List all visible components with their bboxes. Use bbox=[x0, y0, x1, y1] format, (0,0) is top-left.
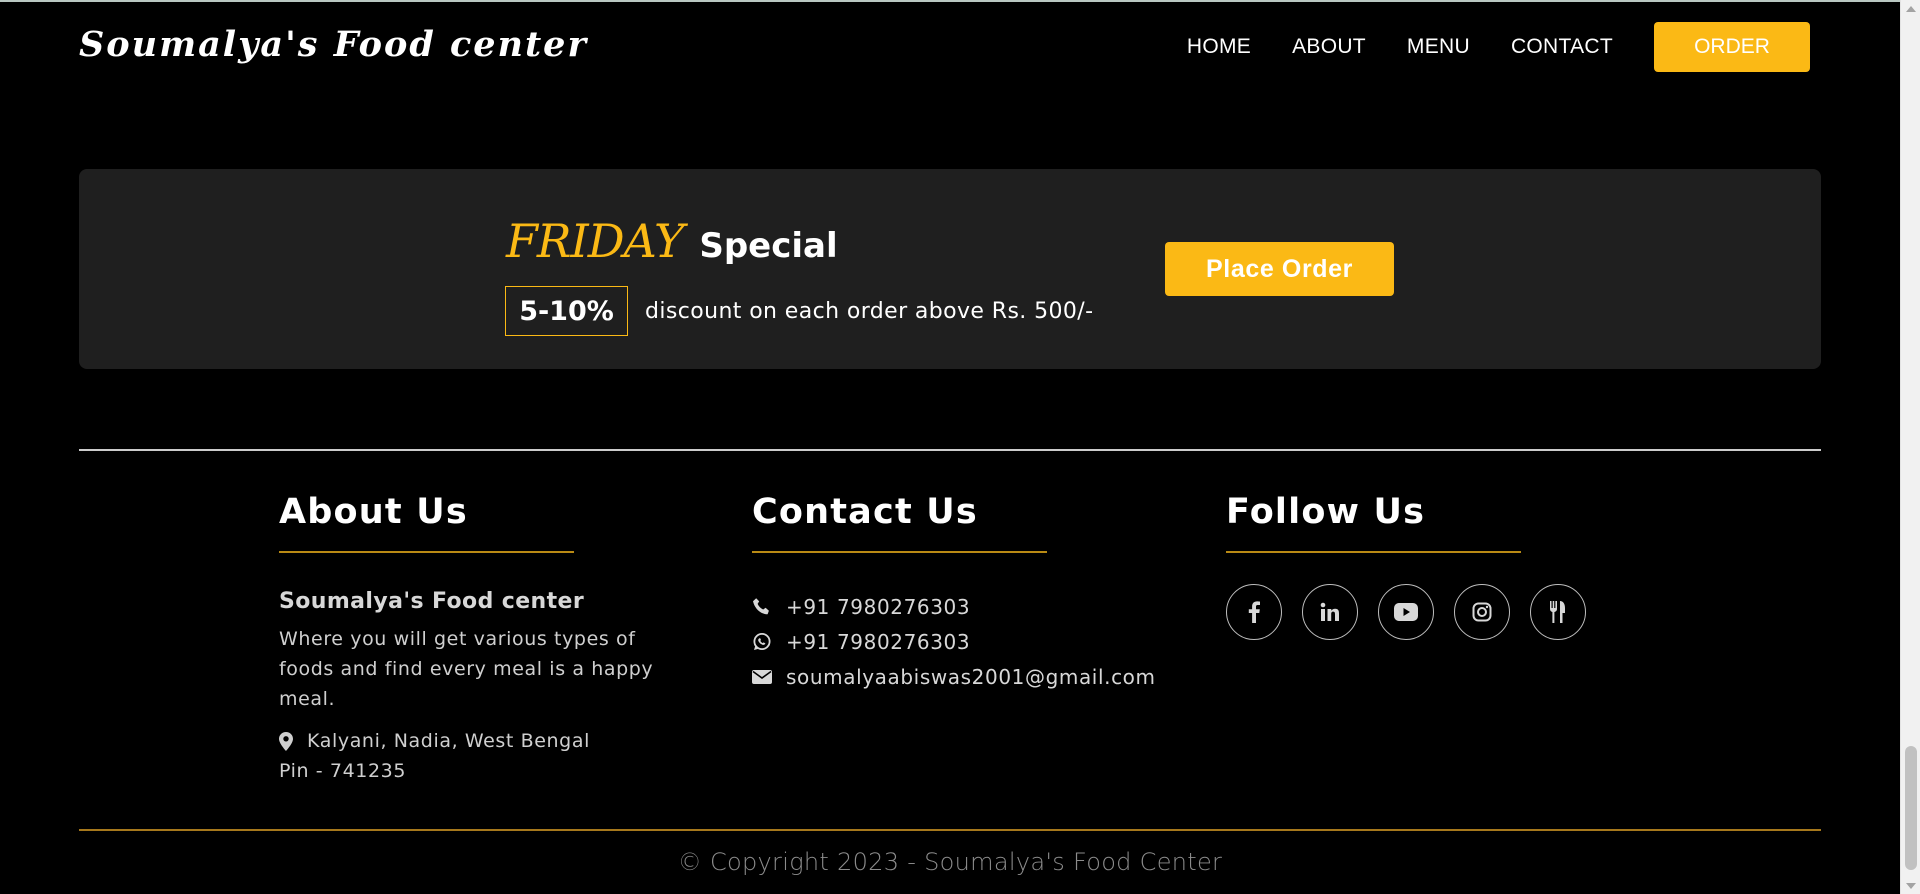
about-underline bbox=[279, 551, 574, 553]
footer-divider bbox=[79, 449, 1821, 451]
about-restaurant-name: Soumalya's Food center bbox=[279, 589, 585, 614]
special-title: FRIDAY Special bbox=[506, 214, 838, 268]
youtube-icon bbox=[1394, 603, 1418, 621]
discount-text: discount on each order above Rs. 500/- bbox=[645, 299, 1094, 324]
facebook-icon bbox=[1248, 601, 1260, 623]
page: Soumalya's Food center HOME ABOUT MENU C… bbox=[0, 0, 1920, 894]
contact-list: +91 7980276303 +91 7980276303 soumalyaab… bbox=[752, 589, 1192, 694]
nav-about[interactable]: ABOUT bbox=[1292, 35, 1366, 59]
copyright-text: © Copyright 2023 - Soumalya's Food Cente… bbox=[677, 848, 1223, 876]
contact-phone[interactable]: +91 7980276303 bbox=[752, 589, 1192, 624]
scroll-up-arrow-icon bbox=[1906, 5, 1916, 12]
map-marker-icon bbox=[279, 731, 293, 751]
scroll-down-arrow-icon bbox=[1906, 882, 1916, 889]
phone-icon bbox=[753, 597, 769, 614]
special-word: Special bbox=[699, 226, 838, 266]
linkedin-button[interactable] bbox=[1302, 584, 1358, 640]
discount-badge: 5-10% bbox=[505, 286, 628, 336]
nav-links: HOME ABOUT MENU CONTACT ORDER bbox=[1187, 22, 1810, 72]
about-address: Kalyani, Nadia, West Bengal Pin - 741235 bbox=[279, 726, 699, 786]
utensils-icon bbox=[1550, 601, 1565, 623]
youtube-button[interactable] bbox=[1378, 584, 1434, 640]
follow-underline bbox=[1226, 551, 1521, 553]
nav-home[interactable]: HOME bbox=[1187, 35, 1251, 59]
contact-email-text: soumalyaabiswas2001@gmail.com bbox=[786, 664, 1156, 689]
brand-logo[interactable]: Soumalya's Food center bbox=[79, 24, 588, 65]
contact-underline bbox=[752, 551, 1047, 553]
contact-whatsapp[interactable]: +91 7980276303 bbox=[752, 624, 1192, 659]
instagram-icon bbox=[1472, 602, 1492, 622]
order-button[interactable]: ORDER bbox=[1654, 22, 1810, 72]
scrollbar-thumb[interactable] bbox=[1905, 746, 1917, 870]
contact-title: Contact Us bbox=[752, 492, 978, 532]
address-line-2: Pin - 741235 bbox=[279, 760, 407, 782]
nav-menu[interactable]: MENU bbox=[1407, 35, 1470, 59]
facebook-button[interactable] bbox=[1226, 584, 1282, 640]
about-description: Where you will get various types of food… bbox=[279, 628, 654, 710]
address-line-1: Kalyani, Nadia, West Bengal bbox=[307, 730, 590, 752]
contact-whatsapp-text: +91 7980276303 bbox=[786, 629, 971, 654]
scroll-down-button[interactable] bbox=[1901, 877, 1920, 894]
contact-email[interactable]: soumalyaabiswas2001@gmail.com bbox=[752, 659, 1192, 694]
whatsapp-icon bbox=[753, 632, 771, 650]
footer-about: About Us Soumalya's Food center Where yo… bbox=[279, 492, 699, 786]
special-highlight: FRIDAY bbox=[506, 214, 684, 268]
footer-contact: Contact Us +91 7980276303 +91 7980276303 bbox=[752, 492, 1192, 694]
zomato-button[interactable] bbox=[1530, 584, 1586, 640]
scroll-up-button[interactable] bbox=[1901, 0, 1920, 17]
contact-phone-text: +91 7980276303 bbox=[786, 594, 971, 619]
nav-contact[interactable]: CONTACT bbox=[1511, 35, 1613, 59]
place-order-button[interactable]: Place Order bbox=[1165, 242, 1394, 296]
copyright-divider bbox=[79, 829, 1821, 831]
navbar: Soumalya's Food center HOME ABOUT MENU C… bbox=[0, 2, 1900, 90]
footer-follow: Follow Us bbox=[1226, 492, 1646, 640]
envelope-icon bbox=[752, 669, 772, 684]
follow-title: Follow Us bbox=[1226, 492, 1426, 532]
instagram-button[interactable] bbox=[1454, 584, 1510, 640]
friday-special-banner: FRIDAY Special 5-10% discount on each or… bbox=[79, 169, 1821, 369]
page-scrollbar[interactable] bbox=[1900, 0, 1920, 894]
social-links bbox=[1226, 584, 1646, 640]
about-title: About Us bbox=[279, 492, 468, 532]
linkedin-icon bbox=[1320, 602, 1339, 621]
